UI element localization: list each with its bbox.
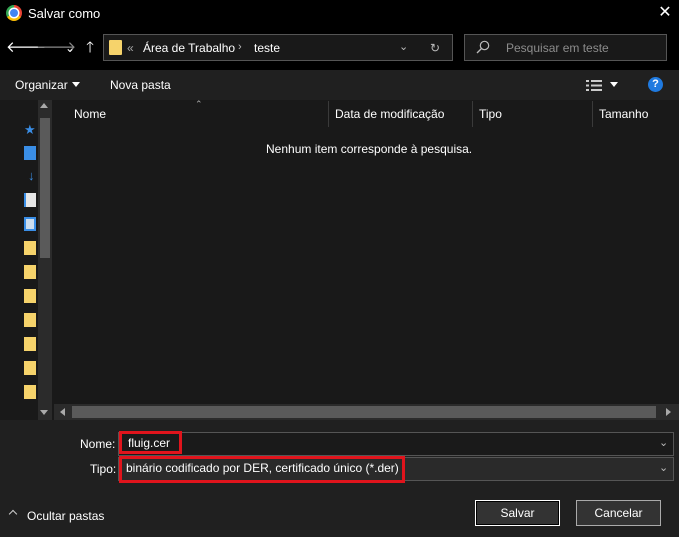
folder-icon[interactable] (24, 289, 36, 303)
breadcrumb-teste[interactable]: teste (254, 41, 280, 55)
save-button[interactable]: Salvar (475, 500, 560, 526)
column-divider[interactable] (472, 101, 473, 127)
filetype-label: Tipo: (90, 462, 117, 476)
refresh-icon[interactable]: ↻ (430, 41, 440, 55)
column-divider[interactable] (328, 101, 329, 127)
hide-folders-button[interactable]: Ocultar pastas (27, 509, 104, 523)
view-dropdown-icon[interactable] (610, 82, 618, 87)
scroll-up-icon[interactable] (40, 103, 48, 108)
search-icon (476, 40, 490, 54)
chrome-icon (6, 5, 22, 21)
folder-icon[interactable] (24, 361, 36, 375)
filetype-dropdown-icon[interactable]: ⌄ (659, 461, 668, 474)
column-size[interactable]: Tamanho (599, 107, 648, 121)
folder-icon (109, 40, 122, 55)
downloads-icon[interactable]: ↓ (28, 168, 35, 183)
breadcrumb-separator-icon[interactable]: › (238, 41, 242, 53)
search-placeholder: Pesquisar em teste (506, 41, 609, 55)
filename-label: Nome: (80, 437, 116, 451)
toolbar (0, 70, 679, 100)
filename-input[interactable] (118, 432, 674, 456)
column-divider[interactable] (592, 101, 593, 127)
empty-message: Nenhum item corresponde à pesquisa. (266, 142, 473, 156)
folder-icon[interactable] (24, 337, 36, 351)
address-dropdown-icon[interactable]: ⌄ (399, 40, 408, 53)
quick-access-star-icon[interactable]: ★ (24, 122, 36, 138)
help-icon[interactable]: ? (648, 77, 663, 92)
cancel-button[interactable]: Cancelar (576, 500, 661, 526)
scroll-right-icon[interactable] (666, 408, 671, 416)
documents-icon[interactable] (24, 193, 36, 207)
folder-icon[interactable] (24, 265, 36, 279)
pictures-icon[interactable] (24, 217, 36, 231)
breadcrumb-desktop[interactable]: Área de Trabalho (143, 41, 235, 55)
close-icon[interactable]: ✕ (654, 2, 676, 24)
breadcrumb-overflow[interactable]: « (127, 41, 134, 55)
navigation-scrollbar-thumb[interactable] (40, 118, 50, 258)
column-date-modified[interactable]: Data de modificação (335, 107, 444, 121)
view-options-icon[interactable] (586, 79, 602, 92)
filetype-value[interactable]: binário codificado por DER, certificado … (126, 461, 399, 475)
organize-menu[interactable]: Organizar (15, 78, 68, 92)
new-folder-button[interactable]: Nova pasta (110, 78, 171, 92)
desktop-icon[interactable] (24, 146, 36, 160)
scroll-down-icon[interactable] (40, 410, 48, 415)
scroll-left-icon[interactable] (60, 408, 65, 416)
horizontal-scrollbar-thumb[interactable] (72, 406, 656, 418)
column-name[interactable]: Nome (74, 107, 106, 121)
folder-icon[interactable] (24, 241, 36, 255)
back-arrow-icon[interactable]: 🡐 (6, 38, 46, 58)
sort-ascending-icon: ⌃ (195, 99, 203, 109)
window-title: Salvar como (28, 6, 101, 21)
column-type[interactable]: Tipo (479, 107, 502, 121)
filename-value[interactable]: fluig.cer (128, 436, 170, 450)
organize-dropdown-icon[interactable] (72, 82, 80, 87)
up-arrow-icon[interactable]: 🡑 (80, 38, 100, 58)
folder-icon[interactable] (24, 313, 36, 327)
forward-arrow-icon[interactable]: 🡒 (36, 38, 76, 58)
title-bar (0, 0, 679, 26)
recent-locations-chevron-icon[interactable]: ⌄ (60, 38, 80, 58)
filename-dropdown-icon[interactable]: ⌄ (659, 436, 668, 449)
folder-icon[interactable] (24, 385, 36, 399)
